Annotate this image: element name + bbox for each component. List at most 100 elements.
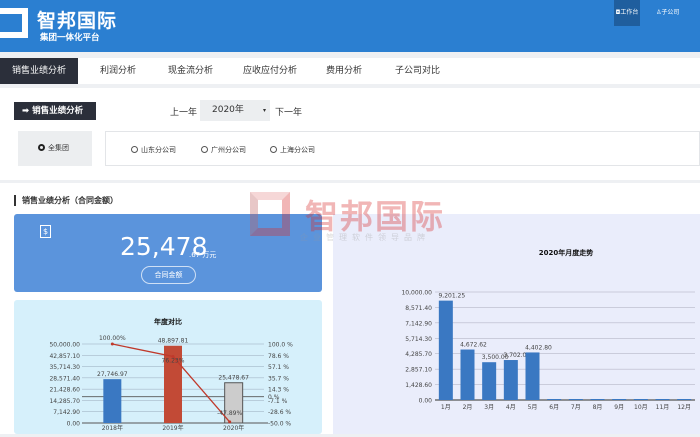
x-tick-label: 6月 xyxy=(549,404,559,411)
bar-7月 xyxy=(568,399,583,400)
x-tick-label: 3月 xyxy=(484,404,494,411)
y-tick-label: 7,142.90 xyxy=(405,320,432,327)
chart-title: 年度对比 xyxy=(154,317,182,326)
growth-label: 76.23% xyxy=(162,358,185,365)
scope-label: 山东分公司 xyxy=(141,146,176,154)
watermark-subtext: 企业管理软件领导品牌 xyxy=(300,233,430,242)
bar-12月 xyxy=(677,399,692,400)
prev-year-link[interactable]: 上一年 xyxy=(170,105,197,118)
section-button-label: 销售业绩分析 xyxy=(32,106,84,116)
bar-5月 xyxy=(525,352,540,400)
y2-tick-label: -7.1 % xyxy=(268,398,288,405)
y2-tick-label: -28.6 % xyxy=(268,409,291,416)
x-tick-label: 2019年 xyxy=(162,424,183,432)
scope-label: 全集团 xyxy=(48,144,69,152)
x-tick-label: 10月 xyxy=(634,404,648,411)
watermark-logo-icon xyxy=(250,192,290,236)
chart-title: 2020年月度走势 xyxy=(539,248,593,257)
subsidiary-label: 子公司 xyxy=(661,9,680,16)
growth-label: -47.89% xyxy=(217,410,242,417)
radio-icon xyxy=(131,146,138,153)
y-tick-label: 4,285.70 xyxy=(405,351,432,358)
yearly-chart: 年度对比 50,000.00 42,857.10 35,714.30 28,571.40… xyxy=(49,317,293,432)
y2-tick-label: 100.0 % xyxy=(268,342,293,349)
radio-icon xyxy=(201,146,208,153)
scope-radio-guangzhou[interactable]: 广州分公司 xyxy=(201,145,246,155)
subsidiary-button[interactable]: ♙子公司 xyxy=(656,0,679,26)
bar-8月 xyxy=(590,399,605,400)
y-tick-label: 7,142.90 xyxy=(53,409,80,416)
year-value: 2020年 xyxy=(212,105,244,115)
growth-point xyxy=(228,420,232,424)
tab-cashflow[interactable]: 现金流分析 xyxy=(168,58,213,84)
tab-expense[interactable]: 费用分析 xyxy=(326,58,362,84)
dollar-icon: $ xyxy=(40,225,51,238)
y2-tick-label: 14.3 % xyxy=(268,387,289,394)
scope-radio-shanghai[interactable]: 上海分公司 xyxy=(270,145,315,155)
year-select[interactable]: 2020年 ▾ xyxy=(200,100,270,121)
contract-amount-button[interactable]: 合同金额 xyxy=(141,266,196,284)
radio-icon xyxy=(270,146,277,153)
bar-label: 25,478.67 xyxy=(218,375,249,382)
scope-radio-shandong[interactable]: 山东分公司 xyxy=(131,145,176,155)
bar-label: 9,201.25 xyxy=(438,293,465,300)
bar-2月 xyxy=(460,349,475,400)
y-tick-label: 42,857.10 xyxy=(49,353,80,360)
x-tick-label: 9月 xyxy=(614,404,624,411)
bar-6月 xyxy=(547,399,562,400)
y-tick-label: 2,857.10 xyxy=(405,367,432,374)
scope-label: 广州分公司 xyxy=(211,146,246,154)
tab-profit[interactable]: 利润分析 xyxy=(100,58,136,84)
bar-2018年 xyxy=(103,379,122,423)
y-tick-label: 1,428.60 xyxy=(405,382,432,389)
x-tick-label: 12月 xyxy=(677,404,691,411)
y2-tick-label: 78.6 % xyxy=(268,353,289,360)
bar-10月 xyxy=(633,399,648,400)
section-title: 销售业绩分析（合同金额） xyxy=(14,195,118,206)
y2-tick-label: -50.0 % xyxy=(268,421,291,428)
x-tick-label: 2月 xyxy=(463,404,473,411)
bar-9月 xyxy=(612,399,627,400)
y-tick-label: 21,428.60 xyxy=(49,387,80,394)
y-tick-label: 10,000.00 xyxy=(401,290,432,297)
next-year-link[interactable]: 下一年 xyxy=(275,105,302,118)
tab-bar: 销售业绩分析 利润分析 现金流分析 应收应付分析 费用分析 子公司对比 xyxy=(0,58,700,84)
y-tick-label: 35,714.30 xyxy=(49,364,80,371)
x-tick-label: 1月 xyxy=(441,404,451,411)
x-tick-label: 2020年 xyxy=(223,424,244,432)
bar-3月 xyxy=(482,362,497,400)
logo-icon xyxy=(0,8,28,38)
dropdown-arrow-icon: ▾ xyxy=(262,107,266,114)
x-tick-label: 5月 xyxy=(528,404,538,411)
app-subtitle: 集团一体化平台 xyxy=(40,33,100,43)
tab-sales[interactable]: 销售业绩分析 xyxy=(0,58,79,84)
scope-options: 山东分公司 广州分公司 上海分公司 xyxy=(105,131,700,166)
bar-1月 xyxy=(438,300,453,400)
app-title: 智邦国际 xyxy=(37,10,118,32)
scope-label: 上海分公司 xyxy=(280,146,315,154)
workbench-button[interactable]: ◘工作台 xyxy=(614,0,640,26)
bar-label: 48,897.81 xyxy=(158,338,189,345)
growth-label: 100.00% xyxy=(99,335,126,342)
section-button[interactable]: ➡ 销售业绩分析 xyxy=(14,102,96,120)
workbench-label: 工作台 xyxy=(620,9,639,16)
tab-receivable[interactable]: 应收应付分析 xyxy=(243,58,297,84)
y-tick-label: 0.00 xyxy=(419,398,433,405)
y-tick-label: 5,714.30 xyxy=(405,336,432,343)
y-tick-label: 50,000.00 xyxy=(49,342,80,349)
tab-subsidiary[interactable]: 子公司对比 xyxy=(395,58,440,84)
yearly-chart-panel: 年度对比 50,000.00 42,857.10 35,714.30 28,571.40… xyxy=(14,300,322,434)
y-tick-label: 0.00 xyxy=(67,421,81,428)
y2-tick-label: 35.7 % xyxy=(268,375,289,382)
radio-selected-icon xyxy=(38,144,45,151)
bar-2020年 xyxy=(224,382,244,424)
watermark-text: 智邦国际 xyxy=(305,197,445,236)
x-tick-label: 11月 xyxy=(656,404,670,411)
x-tick-label: 2018年 xyxy=(102,424,123,432)
bar-4月 xyxy=(503,360,518,400)
y2-tick-label: 57.1 % xyxy=(268,364,289,371)
watermark: 智邦国际 企业管理软件领导品牌 xyxy=(250,190,470,250)
scope-radio-all[interactable]: 全集团 xyxy=(18,131,92,166)
bar-label: 27,746.97 xyxy=(97,371,128,378)
kpi-decimal-unit: .67 万元 xyxy=(189,251,217,259)
